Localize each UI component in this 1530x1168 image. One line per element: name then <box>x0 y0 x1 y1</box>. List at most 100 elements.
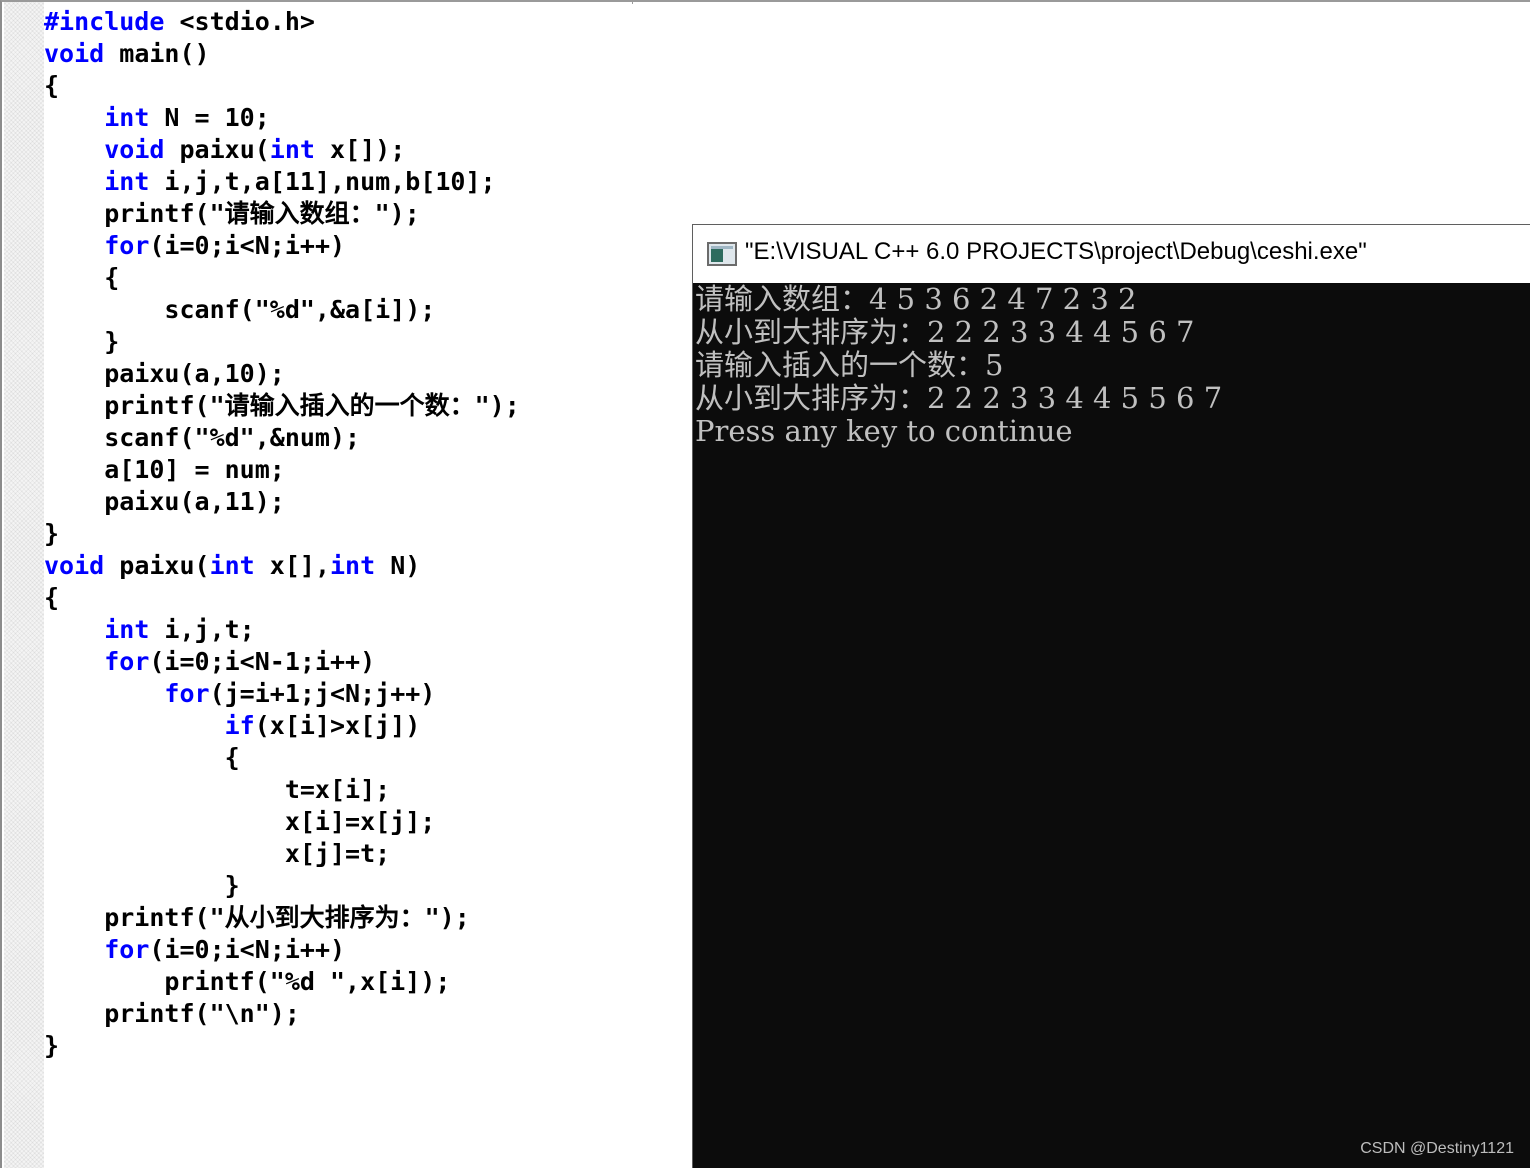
code-text: (x[i]>x[j]) <box>254 711 421 740</box>
editor-gutter <box>4 2 44 1168</box>
code-text: x[j]=t; <box>44 839 391 868</box>
code-keyword: for <box>104 231 150 260</box>
code-text: t=x[i]; <box>44 775 391 804</box>
code-line: int i,j,t,a[11],num,b[10]; <box>44 166 520 198</box>
code-text: a[10] = num; <box>44 455 285 484</box>
console-output-line: 请输入数组：4 5 3 6 2 4 7 2 3 2 <box>695 282 1137 316</box>
console-output-area[interactable]: 请输入数组：4 5 3 6 2 4 7 2 3 2 从小到大排序为：2 2 2 3… <box>693 283 1530 1168</box>
code-keyword: void <box>44 39 105 68</box>
console-output: 请输入数组：4 5 3 6 2 4 7 2 3 2 从小到大排序为：2 2 2 3… <box>695 283 1222 448</box>
code-line: { <box>44 742 520 774</box>
code-text: printf("从小到大排序为："); <box>44 903 470 932</box>
code-line: printf("请输入数组："); <box>44 198 520 230</box>
console-app-icon <box>707 242 737 266</box>
code-keyword: int <box>269 135 315 164</box>
code-line: #include <stdio.h> <box>44 6 520 38</box>
code-text: } <box>44 327 120 356</box>
code-text: paixu(a,10); <box>44 359 285 388</box>
code-line: x[j]=t; <box>44 838 520 870</box>
code-text: { <box>44 583 60 612</box>
code-text: main() <box>104 39 210 68</box>
code-keyword: #include <box>44 7 165 36</box>
code-area[interactable]: #include <stdio.h> void main(){ int N = 1… <box>44 6 520 1062</box>
code-line: printf("请输入插入的一个数："); <box>44 390 520 422</box>
code-text: scanf("%d",&num); <box>44 423 361 452</box>
code-line: x[i]=x[j]; <box>44 806 520 838</box>
console-output-line: 请输入插入的一个数：5 <box>695 348 1004 382</box>
code-line: paixu(a,10); <box>44 358 520 390</box>
code-line: void main() <box>44 38 520 70</box>
code-text: <stdio.h> <box>164 7 315 36</box>
code-keyword: int <box>330 551 376 580</box>
code-line: scanf("%d",&a[i]); <box>44 294 520 326</box>
code-line: for(i=0;i<N;i++) <box>44 230 520 262</box>
code-text: paixu( <box>104 551 210 580</box>
code-line: a[10] = num; <box>44 454 520 486</box>
code-text: (j=i+1;j<N;j++) <box>209 679 436 708</box>
code-text: printf("\n"); <box>44 999 300 1028</box>
code-keyword: int <box>104 103 150 132</box>
console-window[interactable]: "E:\VISUAL C++ 6.0 PROJECTS\project\Debu… <box>692 224 1530 1168</box>
code-line: for(i=0;i<N;i++) <box>44 934 520 966</box>
code-text: paixu( <box>164 135 270 164</box>
code-line: printf("从小到大排序为："); <box>44 902 520 934</box>
console-output-line: Press any key to continue <box>695 414 1073 448</box>
code-line: for(i=0;i<N-1;i++) <box>44 646 520 678</box>
code-keyword: if <box>224 711 255 740</box>
code-line: } <box>44 1030 520 1062</box>
code-line: void paixu(int x[],int N) <box>44 550 520 582</box>
console-output-line: 从小到大排序为：2 2 2 3 3 4 4 5 6 7 <box>695 315 1195 349</box>
code-line: void paixu(int x[]); <box>44 134 520 166</box>
code-text: i,j,t,a[11],num,b[10]; <box>149 167 496 196</box>
code-text: { <box>44 263 120 292</box>
code-text: N) <box>375 551 421 580</box>
console-output-line: 从小到大排序为：2 2 2 3 3 4 4 5 5 6 7 <box>695 381 1223 415</box>
code-text: (i=0;i<N-1;i++) <box>149 647 376 676</box>
code-line: printf("\n"); <box>44 998 520 1030</box>
code-text: scanf("%d",&a[i]); <box>44 295 436 324</box>
code-text: printf("请输入插入的一个数："); <box>44 391 520 420</box>
code-keyword: for <box>164 679 210 708</box>
code-text: printf("请输入数组："); <box>44 199 420 228</box>
code-text: { <box>44 71 60 100</box>
code-keyword: int <box>104 167 150 196</box>
code-text: } <box>44 871 240 900</box>
console-title: "E:\VISUAL C++ 6.0 PROJECTS\project\Debu… <box>745 238 1367 265</box>
code-text: (i=0;i<N;i++) <box>149 231 346 260</box>
code-text: x[], <box>254 551 330 580</box>
code-line: t=x[i]; <box>44 774 520 806</box>
code-keyword: void <box>104 135 165 164</box>
code-text: { <box>44 743 240 772</box>
code-line: paixu(a,11); <box>44 486 520 518</box>
code-keyword: for <box>104 647 150 676</box>
code-line: { <box>44 70 520 102</box>
code-keyword: for <box>104 935 150 964</box>
editor-divider <box>632 0 633 4</box>
code-line: } <box>44 326 520 358</box>
code-line: for(j=i+1;j<N;j++) <box>44 678 520 710</box>
code-line: printf("%d ",x[i]); <box>44 966 520 998</box>
code-line: if(x[i]>x[j]) <box>44 710 520 742</box>
code-keyword: void <box>44 551 105 580</box>
code-keyword: int <box>209 551 255 580</box>
console-titlebar[interactable]: "E:\VISUAL C++ 6.0 PROJECTS\project\Debu… <box>693 225 1530 282</box>
code-text: (i=0;i<N;i++) <box>149 935 346 964</box>
code-line: int i,j,t; <box>44 614 520 646</box>
code-text: } <box>44 519 60 548</box>
code-line: } <box>44 870 520 902</box>
code-keyword: int <box>104 615 150 644</box>
code-line: scanf("%d",&num); <box>44 422 520 454</box>
code-line: { <box>44 582 520 614</box>
code-text: paixu(a,11); <box>44 487 285 516</box>
code-text: } <box>44 1031 60 1060</box>
code-text: x[]); <box>314 135 406 164</box>
